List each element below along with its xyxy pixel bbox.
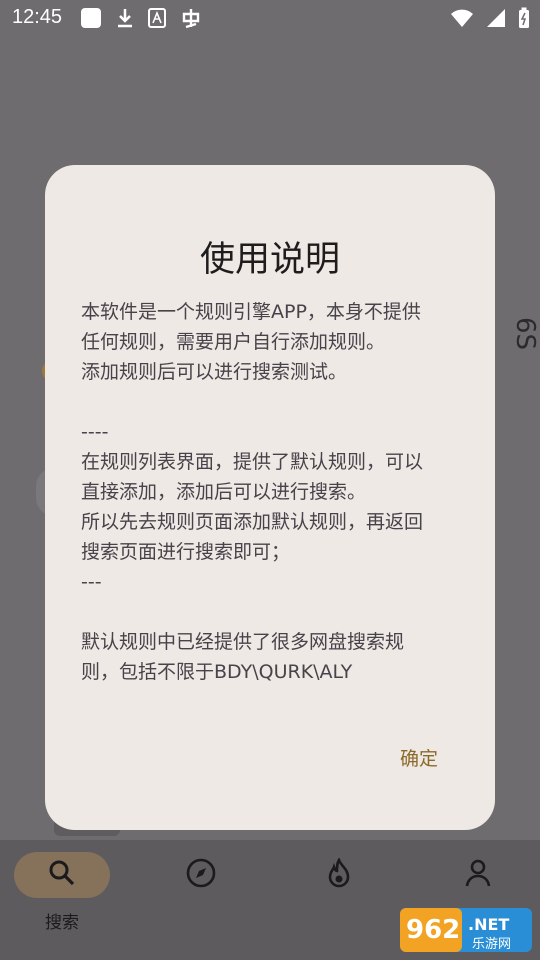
flame-icon bbox=[326, 857, 352, 892]
watermark-suffix: .NET bbox=[468, 915, 509, 934]
download-icon bbox=[116, 7, 134, 33]
nav-label-search: 搜索 bbox=[45, 913, 79, 933]
dialog-body: 本软件是一个规则引擎APP，本身不提供 任何规则，需要用户自行添加规则。 添加规… bbox=[81, 301, 424, 683]
status-time: 12:45 bbox=[12, 6, 63, 28]
bug-icon bbox=[180, 7, 202, 33]
text-app-icon bbox=[148, 8, 166, 32]
search-icon bbox=[48, 859, 76, 891]
watermark-caption: 乐游网 bbox=[472, 937, 511, 952]
wifi-icon bbox=[450, 8, 474, 32]
dialog-title: 使用说明 bbox=[199, 240, 340, 280]
person-icon bbox=[465, 858, 491, 892]
instructions-dialog: 使用说明 本软件是一个规则引擎APP，本身不提供 任何规则，需要用户自行添加规则… bbox=[45, 165, 495, 830]
watermark-logo: 962 .NET 乐游网 bbox=[400, 908, 532, 952]
nav-item-search[interactable]: 搜索 bbox=[14, 852, 110, 952]
signal-icon bbox=[486, 8, 506, 32]
status-bar: 12:45 bbox=[0, 0, 540, 38]
battery-icon bbox=[518, 7, 530, 33]
confirm-button[interactable]: 确定 bbox=[381, 741, 457, 777]
nav-item-hot[interactable] bbox=[291, 852, 387, 952]
watermark-brand: 962 bbox=[406, 915, 460, 945]
nav-indicator bbox=[14, 852, 110, 898]
background-side-text: 6S bbox=[510, 316, 540, 350]
compass-icon bbox=[186, 858, 216, 892]
app-square-icon bbox=[80, 7, 102, 33]
nav-item-discover[interactable] bbox=[153, 852, 249, 952]
